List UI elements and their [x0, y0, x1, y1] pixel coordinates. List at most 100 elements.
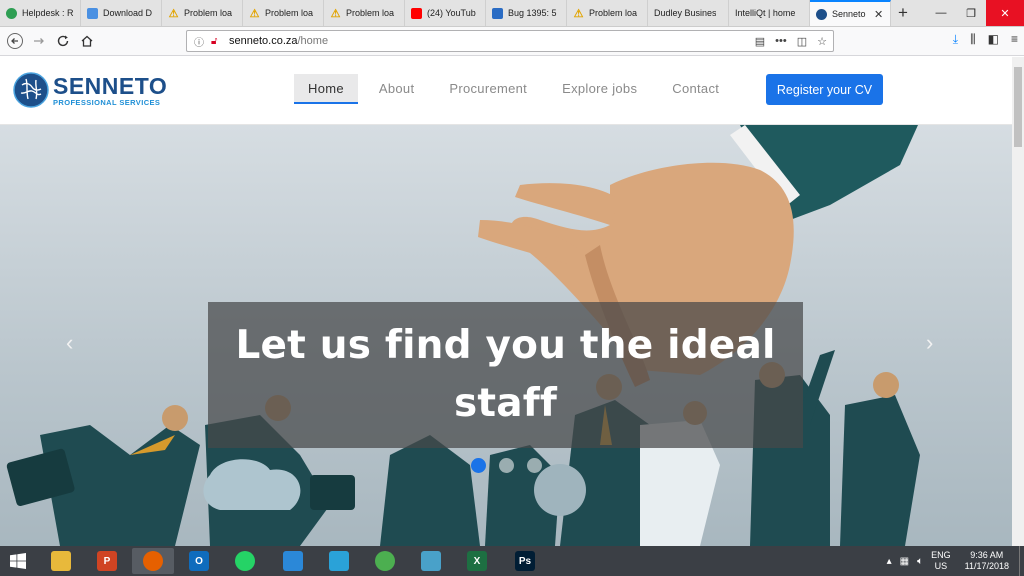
browser-tab[interactable]: (24) YouTub — [405, 0, 486, 26]
bookmark-star-icon[interactable]: ☆ — [817, 35, 827, 48]
taskbar-app[interactable] — [410, 548, 452, 574]
carousel-prev-icon[interactable]: ‹ — [66, 330, 73, 356]
d-letter-icon — [87, 7, 98, 19]
url-host: senneto.co.za — [229, 35, 298, 47]
taskbar-app[interactable]: X — [456, 548, 498, 574]
clock-time: 9:36 AM — [970, 550, 1004, 560]
site-header: SENNETO PROFESSIONAL SERVICES Home About… — [0, 57, 1012, 125]
tab-label: IntelliQt | home — [735, 8, 796, 18]
tab-active[interactable]: Senneto ✕ — [810, 0, 891, 26]
download-icon[interactable]: ⤓ — [953, 32, 958, 47]
reload-icon — [57, 35, 69, 47]
system-clock[interactable]: 9:36 AM 11/17/2018 — [965, 550, 1009, 572]
start-button[interactable] — [0, 546, 36, 576]
tab-label: Senneto — [832, 9, 866, 19]
taskbar-app[interactable] — [364, 548, 406, 574]
taskbar-app[interactable] — [272, 548, 314, 574]
page-scrollbar[interactable] — [1012, 57, 1024, 546]
tab-label: Problem loa — [589, 8, 638, 18]
carousel-dot[interactable] — [499, 458, 514, 473]
pocket-icon[interactable]: ◫ — [797, 35, 807, 48]
show-desktop-button[interactable] — [1019, 546, 1024, 576]
taskbar-app[interactable]: Ps — [504, 548, 546, 574]
senneto-globe-icon — [13, 72, 49, 108]
reload-button[interactable] — [52, 31, 74, 51]
maximize-button[interactable]: ❐ — [956, 0, 986, 26]
taskbar-app[interactable]: P — [86, 548, 128, 574]
menu-icon[interactable]: ≡ — [1011, 32, 1018, 47]
browser-tab[interactable]: IntelliQt | home — [729, 0, 810, 26]
hero-caption: Let us find you the ideal staff — [208, 302, 803, 448]
taskbar-app[interactable] — [40, 548, 82, 574]
firefox-icon — [143, 551, 163, 571]
tab-label: Download D — [103, 8, 153, 18]
info-icon[interactable]: ⓘ — [194, 34, 208, 49]
reader-view-icon[interactable]: ▤ — [755, 35, 765, 48]
register-cv-button[interactable]: Register your CV — [766, 74, 883, 105]
page-actions-icon[interactable]: ••• — [775, 35, 787, 48]
show-hidden-icons-icon[interactable]: ▴ — [887, 556, 892, 567]
tab-label: (24) YouTub — [427, 8, 476, 18]
hero-headline: Let us find you the ideal staff — [235, 323, 776, 426]
sidebar-icon[interactable]: ◧ — [988, 32, 999, 47]
nav-contact[interactable]: Contact — [658, 74, 733, 104]
carousel-next-icon[interactable]: › — [926, 330, 933, 356]
window-close-button[interactable]: ✕ — [986, 0, 1024, 26]
browser-tab[interactable]: Helpdesk : R — [0, 0, 81, 26]
browser-tab[interactable]: ⚠ Problem loa — [567, 0, 648, 26]
taskbar-app[interactable]: O — [178, 548, 220, 574]
chrome-icon — [375, 551, 395, 571]
browser-tab[interactable]: Dudley Business — [648, 0, 729, 26]
send-icon — [329, 551, 349, 571]
scrollbar-thumb[interactable] — [1014, 67, 1022, 147]
lang-code: ENG — [931, 550, 951, 560]
region-code: US — [934, 561, 948, 571]
volume-icon[interactable]: 🔈︎ — [917, 556, 923, 567]
library-icon[interactable]: ⫼ — [970, 32, 976, 47]
senneto-logo-icon — [816, 8, 827, 20]
input-language[interactable]: ENG US — [931, 550, 951, 572]
back-button[interactable] — [4, 31, 26, 51]
address-bar[interactable]: ⓘ 🔓︎ senneto.co.za/home ▤ ••• ◫ ☆ — [186, 30, 834, 52]
forward-arrow-icon — [34, 38, 44, 44]
minimize-button[interactable]: — — [926, 0, 956, 26]
tab-label: Bug 1395: 5 — [508, 8, 557, 18]
browser-tab[interactable]: Bug 1395: 5 — [486, 0, 567, 26]
bug-icon — [492, 7, 503, 19]
taskbar-app[interactable] — [224, 548, 266, 574]
nav-home[interactable]: Home — [294, 74, 358, 104]
new-tab-button[interactable]: + — [891, 0, 915, 26]
photoshop-icon: Ps — [515, 551, 535, 571]
warning-icon: ⚠ — [573, 7, 584, 20]
tab-label: Problem loa — [184, 8, 233, 18]
whatsapp-icon — [235, 551, 255, 571]
nav-procurement[interactable]: Procurement — [435, 74, 541, 104]
url-path: /home — [297, 35, 329, 47]
insecure-lock-icon[interactable]: 🔓︎ — [211, 36, 223, 47]
carousel-dot[interactable] — [527, 458, 542, 473]
web-page: SENNETO PROFESSIONAL SERVICES Home About… — [0, 57, 1012, 546]
remote-desktop-icon — [283, 551, 303, 571]
browser-tab[interactable]: ⚠ Problem loa — [162, 0, 243, 26]
forward-button[interactable] — [28, 31, 50, 51]
browser-tab[interactable]: ⚠ Problem loa — [243, 0, 324, 26]
home-button[interactable] — [76, 31, 98, 51]
system-tray: ▴ ▦ 🔈︎ ENG US 9:36 AM 11/17/2018 — [887, 546, 1024, 576]
browser-tab-bar: Helpdesk : R Download D ⚠ Problem loa ⚠ Probl… — [0, 0, 1024, 27]
warning-icon: ⚠ — [168, 7, 179, 20]
back-arrow-icon — [7, 33, 23, 49]
nav-explore-jobs[interactable]: Explore jobs — [548, 74, 651, 104]
browser-tab[interactable]: ⚠ Problem loa — [324, 0, 405, 26]
carousel-dot[interactable] — [471, 458, 486, 473]
nav-about[interactable]: About — [365, 74, 428, 104]
notes-icon — [421, 551, 441, 571]
close-icon[interactable]: ✕ — [874, 8, 883, 21]
network-icon[interactable]: ▦ — [900, 556, 909, 567]
taskbar-app[interactable] — [318, 548, 360, 574]
file-explorer-icon — [51, 551, 71, 571]
taskbar-app[interactable] — [132, 548, 174, 574]
hero-carousel: Let us find you the ideal staff ‹ › — [0, 125, 1012, 546]
browser-tab[interactable]: Download D — [81, 0, 162, 26]
site-logo[interactable]: SENNETO PROFESSIONAL SERVICES — [12, 71, 167, 109]
tab-label: Problem loa — [265, 8, 314, 18]
